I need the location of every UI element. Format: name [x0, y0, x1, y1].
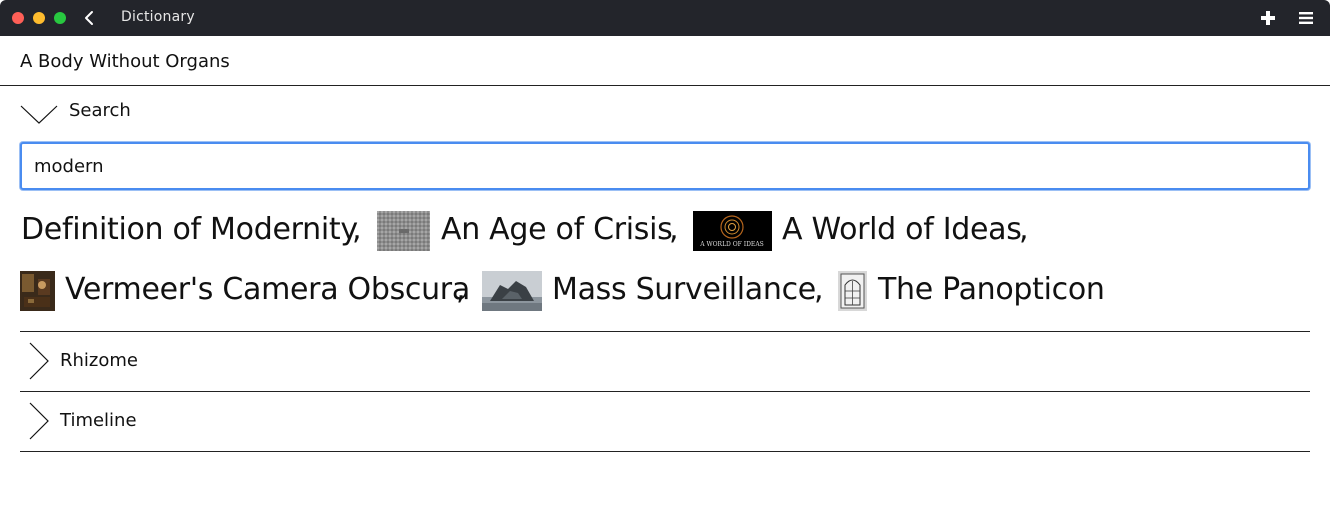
timeline-section-toggle[interactable]: Timeline [20, 402, 320, 442]
result-title: Vermeer's Camera Obscura [65, 272, 470, 307]
results-row-1: Definition of Modernity , An Age of Cris… [20, 210, 1310, 251]
black-orbit-image: A WORLD OF IDEAS [693, 211, 772, 251]
hamburger-menu-icon [1299, 12, 1313, 24]
result-title: Definition of Modernity [21, 212, 358, 247]
menu-button[interactable] [1298, 10, 1314, 26]
result-mass-surveillance[interactable]: Mass Surveillance [482, 270, 816, 311]
panopticon-image [838, 271, 867, 311]
result-definition-of-modernity[interactable]: Definition of Modernity [21, 210, 358, 250]
zoom-window-button[interactable] [54, 12, 66, 24]
header-divider [0, 85, 1330, 86]
plus-icon [1261, 11, 1275, 25]
result-the-panopticon[interactable]: The Panopticon [838, 270, 1128, 311]
rhizome-section-toggle[interactable]: Rhizome [20, 342, 320, 382]
window-titlebar: Dictionary [0, 0, 1330, 36]
chevron-down-icon [20, 105, 58, 124]
rhizome-section-label: Rhizome [60, 350, 138, 371]
search-section-toggle[interactable]: Search [20, 92, 220, 132]
page-title: A Body Without Organs [20, 51, 230, 72]
chevron-right-icon [29, 402, 49, 440]
thumbnail-caption: A WORLD OF IDEAS [699, 241, 764, 248]
search-input[interactable] [20, 142, 1310, 190]
result-title: The Panopticon [878, 272, 1105, 307]
search-section-label: Search [69, 100, 131, 121]
chevron-right-icon [29, 342, 49, 380]
result-title: A World of Ideas [782, 212, 1022, 247]
close-window-button[interactable] [12, 12, 24, 24]
section-divider [20, 391, 1310, 392]
result-an-age-of-crisis[interactable]: An Age of Crisis [377, 210, 673, 251]
result-a-world-of-ideas[interactable]: A WORLD OF IDEAS A World of Ideas [693, 210, 1022, 251]
result-separator: , [352, 212, 362, 247]
add-button[interactable] [1260, 10, 1276, 26]
results-row-2: Vermeer's Camera Obscura , Mass Surveill… [20, 270, 1310, 311]
result-separator: , [669, 212, 679, 247]
result-separator: , [1019, 212, 1029, 247]
result-title: Mass Surveillance [552, 272, 816, 307]
minimize-window-button[interactable] [33, 12, 45, 24]
timeline-section-label: Timeline [60, 410, 137, 431]
section-divider [20, 331, 1310, 332]
painting-image [20, 271, 55, 311]
window-title: Dictionary [121, 9, 195, 25]
rock-photo-image [482, 271, 542, 311]
grey-noise-image [377, 211, 430, 251]
section-divider [20, 451, 1310, 452]
result-vermeers-camera-obscura[interactable]: Vermeer's Camera Obscura [20, 270, 470, 311]
result-title: An Age of Crisis [441, 212, 673, 247]
back-button[interactable] [80, 8, 100, 28]
result-separator: , [456, 272, 466, 307]
chevron-left-icon [85, 11, 93, 25]
result-separator: , [814, 272, 824, 307]
